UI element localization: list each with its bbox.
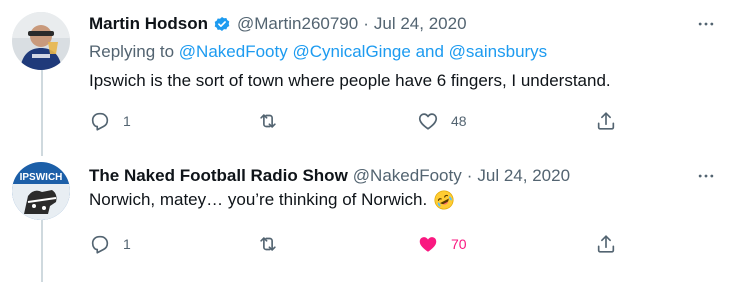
reply-icon: [91, 112, 109, 131]
tweet-2[interactable]: IPSWICH The Naked Football Radio Show @N…: [0, 148, 736, 282]
reply-count: 1: [123, 236, 131, 252]
replying-label: Replying to: [89, 42, 175, 61]
retweet-button[interactable]: [257, 109, 291, 133]
like-count: 48: [451, 113, 467, 129]
replying-to: Replying to @NakedFooty @CynicalGinge an…: [89, 42, 547, 62]
retweet-icon: [260, 237, 276, 251]
verified-icon: [212, 14, 232, 34]
mention-link[interactable]: @NakedFooty: [179, 42, 288, 61]
tweet-date[interactable]: Jul 24, 2020: [374, 14, 467, 34]
reply-button[interactable]: 1: [89, 232, 131, 256]
separator-dot: ·: [466, 166, 473, 185]
mention-and[interactable]: and: [416, 42, 444, 61]
tweet-text: Ipswich is the sort of town where people…: [89, 71, 611, 90]
like-icon: [419, 237, 437, 252]
separator-dot: ·: [363, 14, 369, 33]
mention-link[interactable]: @CynicalGinge: [292, 42, 410, 61]
share-button[interactable]: [595, 109, 617, 133]
tweet-date[interactable]: Jul 24, 2020: [477, 166, 570, 186]
reply-icon: [91, 235, 109, 254]
share-button[interactable]: [595, 232, 617, 256]
avatar-text: IPSWICH: [20, 172, 63, 183]
like-button[interactable]: 70: [417, 232, 467, 256]
rolling-on-floor-laughing-emoji-icon: [433, 189, 455, 211]
author-handle[interactable]: @Martin260790: [237, 14, 358, 34]
more-icon[interactable]: [694, 164, 718, 188]
tweet-1[interactable]: Martin Hodson @Martin260790 · Jul 24, 20…: [0, 0, 736, 156]
share-icon: [597, 112, 615, 130]
more-icon[interactable]: [694, 12, 718, 36]
like-icon: [418, 113, 438, 130]
mention-link[interactable]: @sainsburys: [449, 42, 548, 61]
reply-count: 1: [123, 113, 131, 129]
reply-button[interactable]: 1: [89, 109, 131, 133]
avatar[interactable]: [12, 12, 70, 70]
like-count: 70: [451, 236, 467, 252]
tweet-text-row: Norwich, matey… you’re thinking of Norwi…: [89, 189, 455, 211]
like-button[interactable]: 48: [417, 109, 467, 133]
author-handle[interactable]: @NakedFooty: [353, 166, 462, 186]
thread-line: [41, 66, 43, 156]
author-name[interactable]: Martin Hodson: [89, 14, 208, 34]
tweet-header: The Naked Football Radio Show @NakedFoot…: [89, 164, 570, 188]
author-name[interactable]: The Naked Football Radio Show: [89, 166, 348, 186]
thread-line: [41, 218, 43, 282]
share-icon: [597, 235, 615, 253]
retweet-button[interactable]: [257, 232, 291, 256]
tweet-text: Norwich, matey… you’re thinking of Norwi…: [89, 190, 428, 209]
action-bar: 1 48: [89, 109, 629, 133]
action-bar: 1 70: [89, 232, 629, 256]
avatar[interactable]: IPSWICH: [12, 162, 70, 220]
retweet-icon: [260, 114, 276, 128]
tweet-header: Martin Hodson @Martin260790 · Jul 24, 20…: [89, 12, 467, 36]
